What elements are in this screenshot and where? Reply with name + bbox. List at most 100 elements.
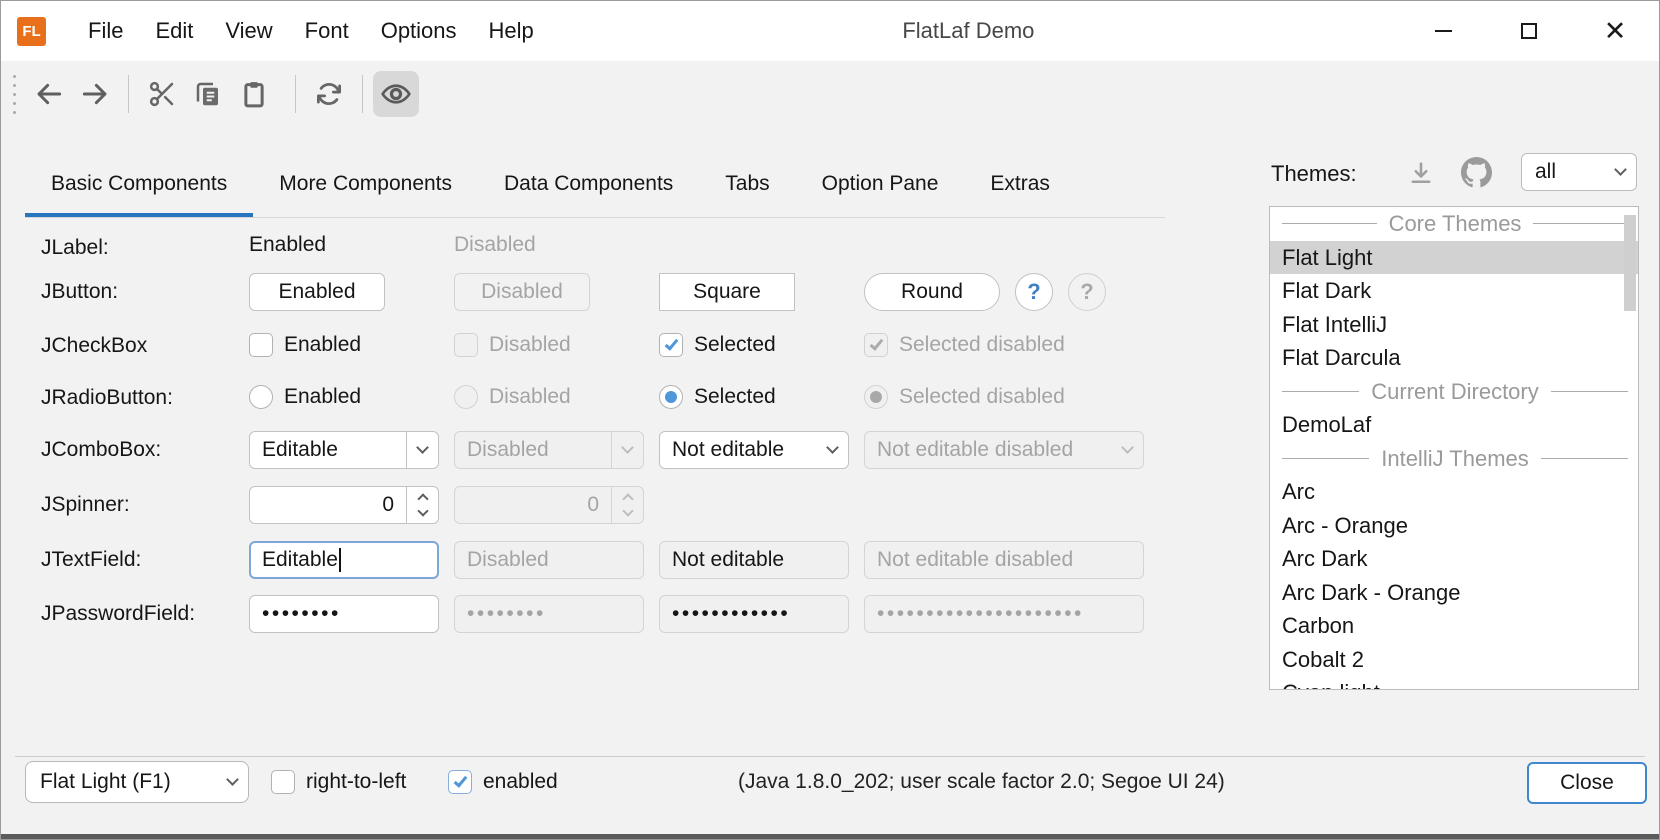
refresh-button[interactable] <box>306 71 352 117</box>
tab-option-pane[interactable]: Option Pane <box>796 151 965 217</box>
theme-item-carbon[interactable]: Carbon <box>1270 609 1638 643</box>
spinner-value[interactable]: 0 <box>250 493 406 517</box>
cut-icon <box>147 79 177 109</box>
jbutton-enabled[interactable]: Enabled <box>249 273 385 311</box>
spinner-disabled: 0 <box>454 486 644 524</box>
textfield-not-editable[interactable]: Not editable <box>659 541 849 579</box>
passwordfield-not-editable-disabled: ••••••••••••••••••••• <box>864 595 1144 633</box>
copy-button[interactable] <box>185 71 231 117</box>
help-button[interactable]: ? <box>1015 273 1053 311</box>
theme-item-cobalt2[interactable]: Cobalt 2 <box>1270 643 1638 677</box>
spinner-arrows <box>611 487 643 523</box>
minimize-button[interactable] <box>1413 1 1473 61</box>
close-window-button[interactable]: ✕ <box>1585 1 1645 61</box>
close-button[interactable]: Close <box>1527 762 1647 804</box>
maximize-button[interactable] <box>1499 1 1559 61</box>
laf-selector-combobox[interactable]: Flat Light (F1) <box>25 761 249 803</box>
themes-filter-combobox[interactable]: all <box>1521 153 1637 191</box>
password-dots: ••••••••••••••••••••• <box>877 602 1084 626</box>
textfield-editable[interactable]: Editable <box>249 541 439 579</box>
checkbox-box[interactable] <box>249 333 273 357</box>
right-to-left-checkbox[interactable]: right-to-left <box>271 769 406 795</box>
theme-item-flat-light[interactable]: Flat Light <box>1270 241 1638 275</box>
password-dots: •••••••• <box>467 602 546 626</box>
theme-item-arc-orange[interactable]: Arc - Orange <box>1270 509 1638 543</box>
chevron-down-icon <box>1604 154 1636 190</box>
app-logo: FL <box>17 17 46 46</box>
menu-file[interactable]: File <box>72 1 139 61</box>
laf-selector-value: Flat Light (F1) <box>26 770 216 794</box>
theme-item-flat-darcula[interactable]: Flat Darcula <box>1270 341 1638 375</box>
cut-button[interactable] <box>139 71 185 117</box>
themes-scrollbar-thumb[interactable] <box>1624 215 1636 311</box>
tab-tabs[interactable]: Tabs <box>699 151 795 217</box>
theme-item-cyan-light[interactable]: Cyan light <box>1270 676 1638 690</box>
jbutton-row-label: JButton: <box>41 273 118 311</box>
github-link-button[interactable] <box>1461 157 1492 193</box>
toolbar <box>1 61 1659 127</box>
theme-item-flat-dark[interactable]: Flat Dark <box>1270 274 1638 308</box>
toolbar-grip[interactable] <box>13 72 16 117</box>
chevron-down-icon[interactable] <box>406 432 438 468</box>
menu-help[interactable]: Help <box>473 1 550 61</box>
themes-filter-value: all <box>1522 160 1604 184</box>
chevron-down-icon <box>611 432 643 468</box>
checkbox-box-checked <box>864 333 888 357</box>
combobox-value: Disabled <box>455 438 611 462</box>
tab-more-components[interactable]: More Components <box>253 151 478 217</box>
forward-icon <box>79 78 111 110</box>
chevron-down-icon[interactable] <box>816 432 848 468</box>
radio-enabled[interactable]: Enabled <box>249 379 361 415</box>
checkbox-label: Selected disabled <box>899 333 1065 357</box>
menubar: File Edit View Font Options Help <box>72 1 550 61</box>
checkbox-box[interactable] <box>271 770 295 794</box>
passwordfield-enabled[interactable]: •••••••• <box>249 595 439 633</box>
radio-selected[interactable]: Selected <box>659 379 776 415</box>
menu-edit[interactable]: Edit <box>139 1 209 61</box>
passwordfield-disabled: •••••••• <box>454 595 644 633</box>
tab-basic-components[interactable]: Basic Components <box>25 151 253 217</box>
combobox-editable[interactable]: Editable <box>249 431 439 469</box>
radio-label: Selected disabled <box>899 385 1065 409</box>
passwordfield-not-editable[interactable]: •••••••••••• <box>659 595 849 633</box>
help-button-disabled: ? <box>1068 273 1106 311</box>
download-icon <box>1407 159 1435 187</box>
jlabel-enabled: Enabled <box>249 229 326 261</box>
jbutton-round[interactable]: Round <box>864 273 1000 311</box>
tab-extras[interactable]: Extras <box>964 151 1076 217</box>
show-hidden-toggle-button[interactable] <box>373 71 419 117</box>
theme-item-arc-dark-orange[interactable]: Arc Dark - Orange <box>1270 576 1638 610</box>
checkbox-enabled[interactable]: Enabled <box>249 327 361 363</box>
enabled-checkbox[interactable]: enabled <box>448 769 558 795</box>
theme-item-flat-intellij[interactable]: Flat IntelliJ <box>1270 308 1638 342</box>
checkbox-box-checked[interactable] <box>448 770 472 794</box>
radio-disabled: Disabled <box>454 379 571 415</box>
tab-data-components[interactable]: Data Components <box>478 151 699 217</box>
flatlaf-demo-window: FL File Edit View Font Options Help Flat… <box>0 0 1660 840</box>
chevron-down-icon[interactable] <box>216 762 248 802</box>
checkbox-box-checked[interactable] <box>659 333 683 357</box>
combobox-not-editable[interactable]: Not editable <box>659 431 849 469</box>
themes-list: Core Themes Flat Light Flat Dark Flat In… <box>1269 206 1639 690</box>
theme-item-demolaf[interactable]: DemoLaf <box>1270 408 1638 442</box>
theme-item-arc-dark[interactable]: Arc Dark <box>1270 542 1638 576</box>
titlebar: FL File Edit View Font Options Help Flat… <box>1 1 1659 61</box>
radio-circle-selected[interactable] <box>659 385 683 409</box>
menu-view[interactable]: View <box>209 1 288 61</box>
forward-button[interactable] <box>72 71 118 117</box>
radio-circle[interactable] <box>249 385 273 409</box>
menu-options[interactable]: Options <box>365 1 473 61</box>
spinner-enabled[interactable]: 0 <box>249 486 439 524</box>
window-title: FlatLaf Demo <box>550 18 1387 44</box>
jbutton-square[interactable]: Square <box>659 273 795 311</box>
download-themes-button[interactable] <box>1407 159 1435 192</box>
checkbox-disabled: Disabled <box>454 327 571 363</box>
radio-circle <box>454 385 478 409</box>
menu-font[interactable]: Font <box>289 1 365 61</box>
checkbox-selected[interactable]: Selected <box>659 327 776 363</box>
checkbox-selected-disabled: Selected disabled <box>864 327 1065 363</box>
paste-button[interactable] <box>231 71 277 117</box>
spinner-arrows[interactable] <box>406 487 438 523</box>
theme-item-arc[interactable]: Arc <box>1270 475 1638 509</box>
back-button[interactable] <box>26 71 72 117</box>
